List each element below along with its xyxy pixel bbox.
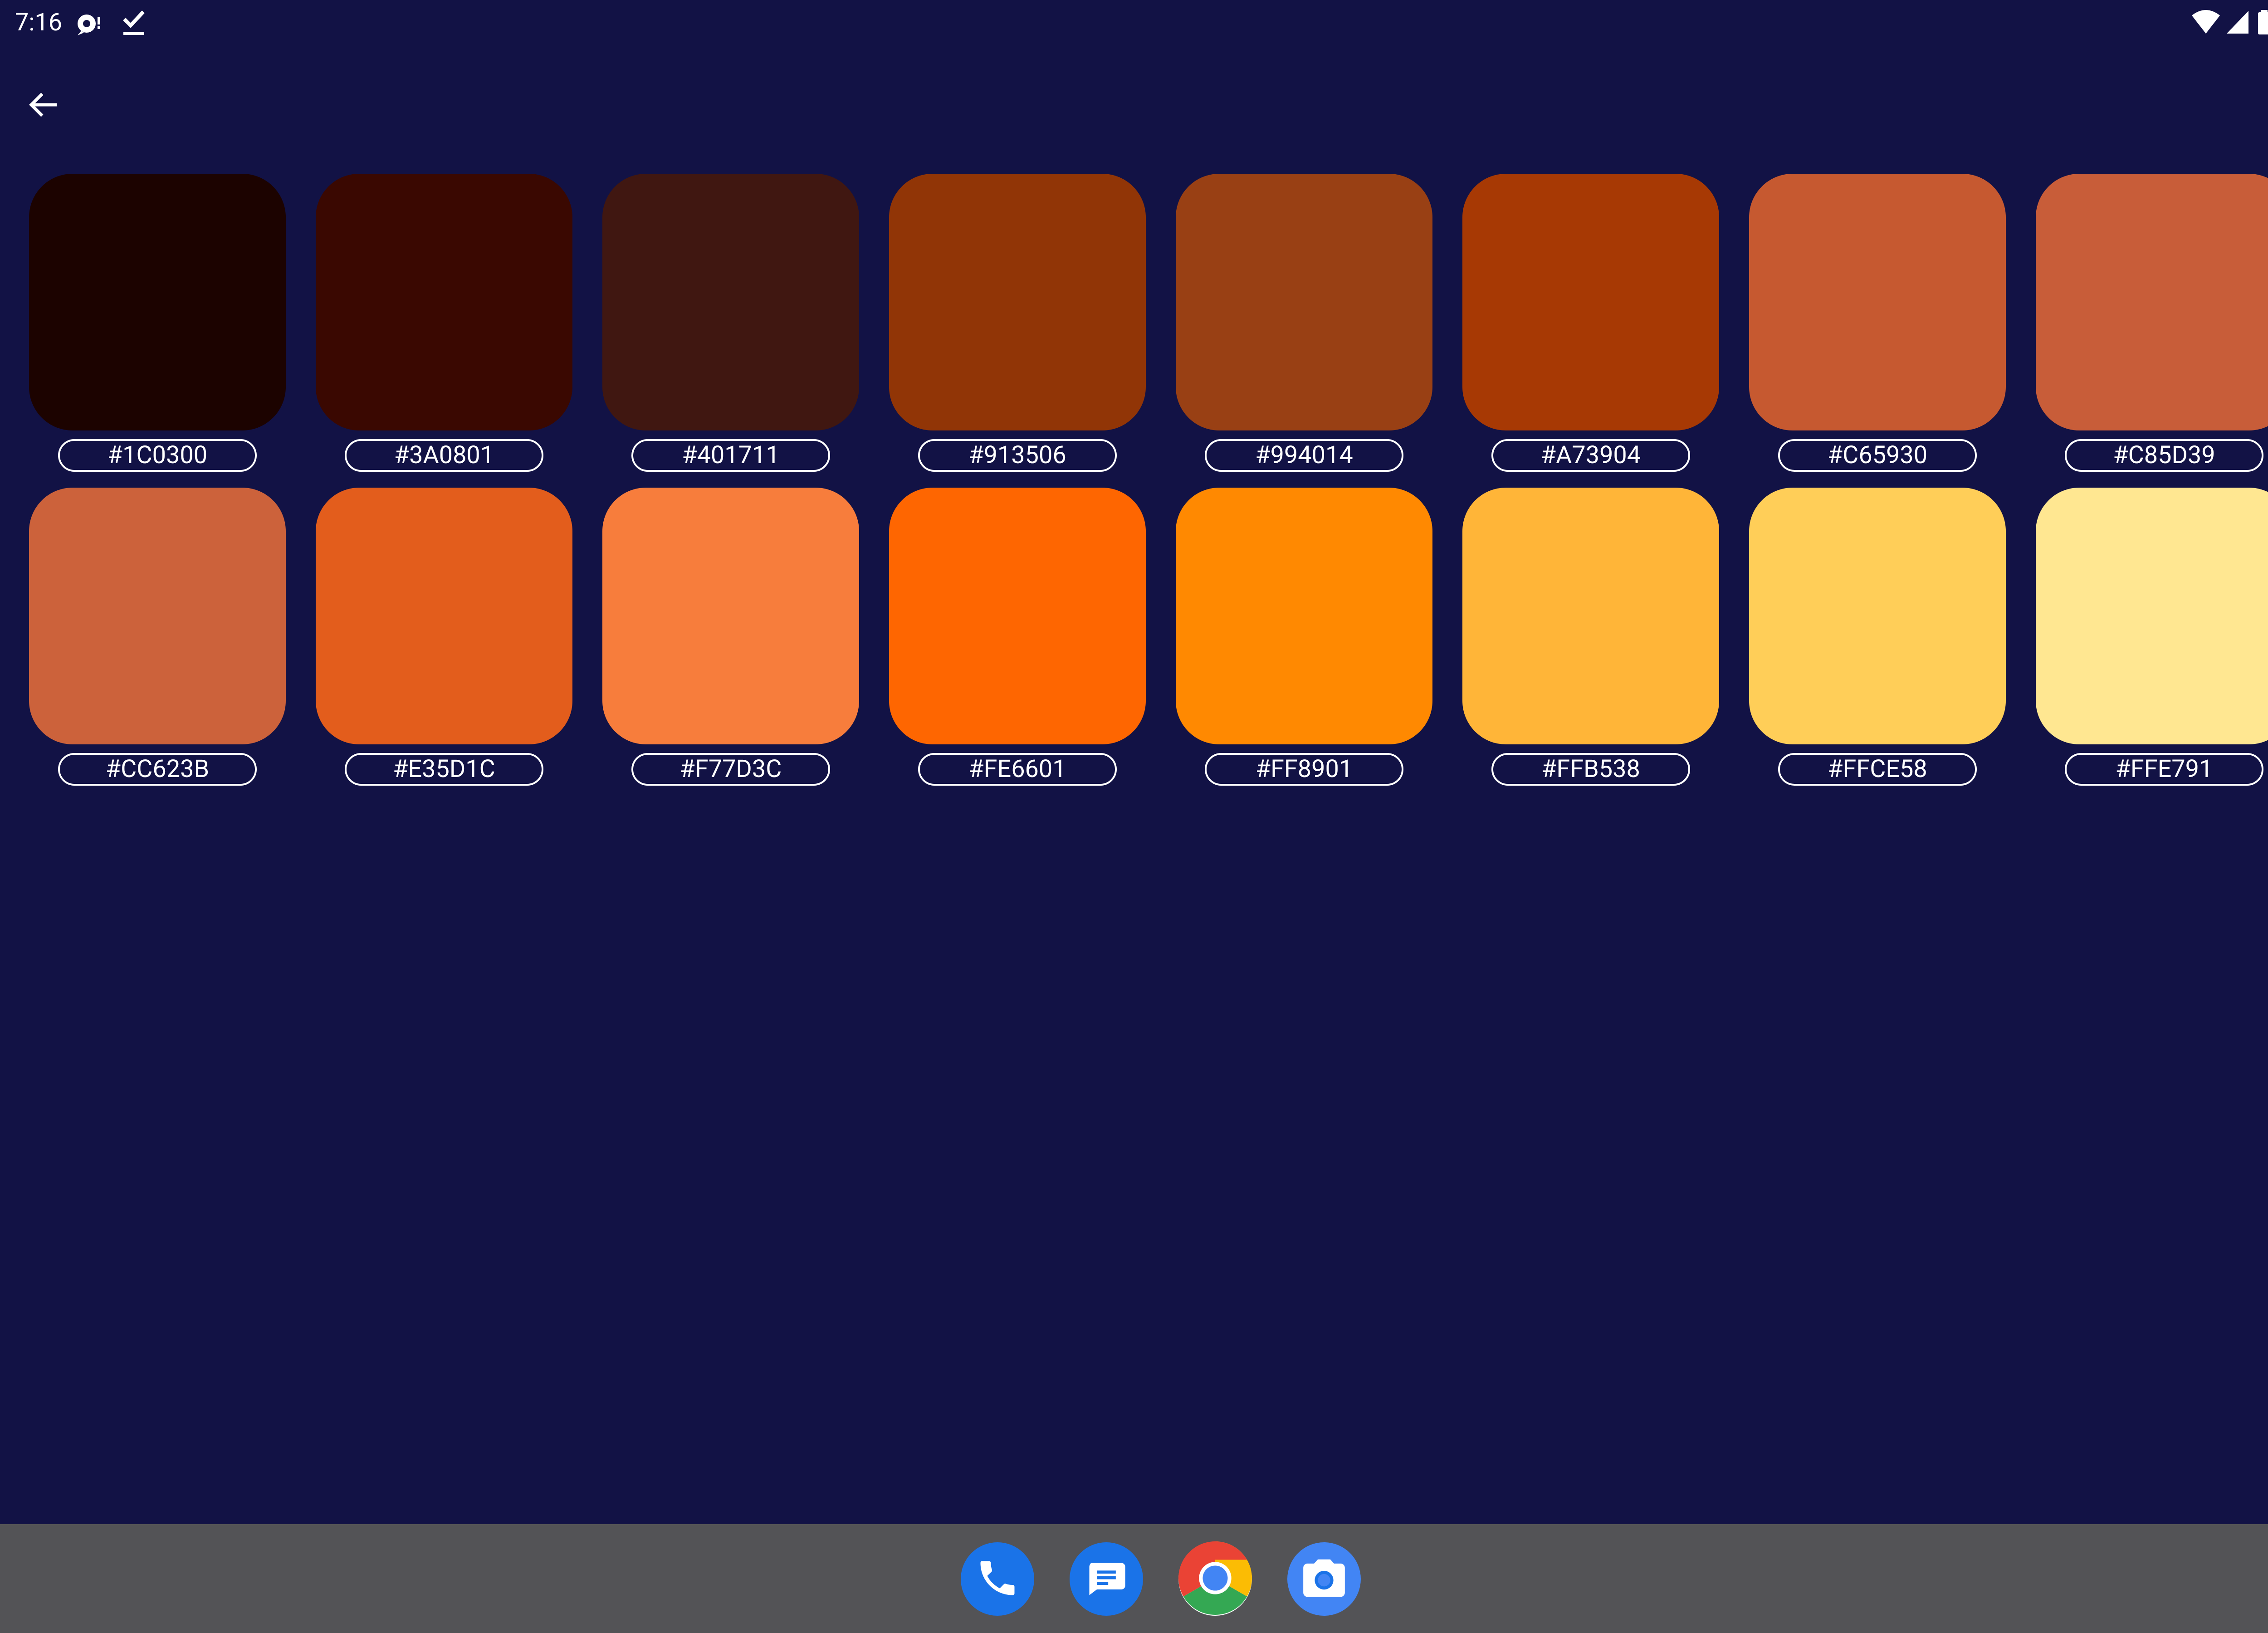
swatch-color[interactable] [602,488,859,744]
swatch-color[interactable] [316,174,572,430]
swatch-card[interactable]: #CC623B [29,488,286,796]
swatch-color[interactable] [1462,174,1719,430]
swatch-color[interactable] [1176,488,1432,744]
swatch-card[interactable]: #FF8901 [1176,488,1432,796]
swatch-hex-label: #A73904 [1491,439,1690,472]
chrome-app-button[interactable] [1178,1541,1252,1617]
swatch-card[interactable]: #913506 [889,174,1146,482]
swatch-color[interactable] [2036,174,2268,430]
swatch-hex-label: #C85D39 [2065,439,2263,472]
swatch-card[interactable]: #C85D39 [2036,174,2268,482]
swatch-card[interactable]: #A73904 [1462,174,1719,482]
swatch-hex-label: #FF8901 [1205,753,1403,786]
camera-icon [1299,1553,1349,1605]
swatch-color[interactable] [602,174,859,430]
swatch-hex-label: #FFCE58 [1778,753,1977,786]
swatch-hex-label: #913506 [918,439,1117,472]
swatch-card[interactable]: #FFCE58 [1749,488,2006,796]
swatch-hex-label: #E35D1C [345,753,543,786]
messages-icon [1084,1555,1129,1603]
swatch-card[interactable]: #C65930 [1749,174,2006,482]
swatch-card[interactable]: #FE6601 [889,488,1146,796]
swatch-hex-label: #CC623B [58,753,257,786]
swatch-color[interactable] [1176,174,1432,430]
swatch-card[interactable]: #401711 [602,174,859,482]
phone-app-button[interactable] [961,1542,1034,1616]
swatch-card[interactable]: #994014 [1176,174,1432,482]
swatch-color[interactable] [1462,488,1719,744]
swatch-color[interactable] [889,174,1146,430]
swatch-card[interactable]: #FFB538 [1462,488,1719,796]
swatch-hex-label: #C65930 [1778,439,1977,472]
swatch-color[interactable] [2036,488,2268,744]
swatch-hex-label: #1C0300 [58,439,257,472]
camera-app-button[interactable] [1287,1542,1361,1616]
swatch-hex-label: #994014 [1205,439,1403,472]
swatch-hex-label: #401711 [631,439,830,472]
screen: 7:16 #1C0300 #3A0801 #401711 #913506 #99… [0,0,2268,1633]
swatch-card[interactable]: #3A0801 [316,174,572,482]
taskbar [0,1524,2268,1633]
swatch-hex-label: #F77D3C [631,753,830,786]
swatch-hex-label: #FE6601 [918,753,1117,786]
swatch-color[interactable] [316,488,572,744]
swatch-hex-label: #FFE791 [2065,753,2263,786]
swatch-card[interactable]: #E35D1C [316,488,572,796]
phone-icon [975,1555,1020,1603]
swatch-grid: #1C0300 #3A0801 #401711 #913506 #994014 #A739… [0,0,2268,816]
swatch-color[interactable] [1749,488,2006,744]
swatch-color[interactable] [1749,174,2006,430]
swatch-card[interactable]: #F77D3C [602,488,859,796]
swatch-card[interactable]: #FFE791 [2036,488,2268,796]
swatch-hex-label: #3A0801 [345,439,543,472]
swatch-hex-label: #FFB538 [1491,753,1690,786]
chrome-icon [1178,1541,1252,1617]
messages-app-button[interactable] [1070,1542,1143,1616]
swatch-color[interactable] [29,174,286,430]
swatch-color[interactable] [889,488,1146,744]
swatch-color[interactable] [29,488,286,744]
swatch-card[interactable]: #1C0300 [29,174,286,482]
